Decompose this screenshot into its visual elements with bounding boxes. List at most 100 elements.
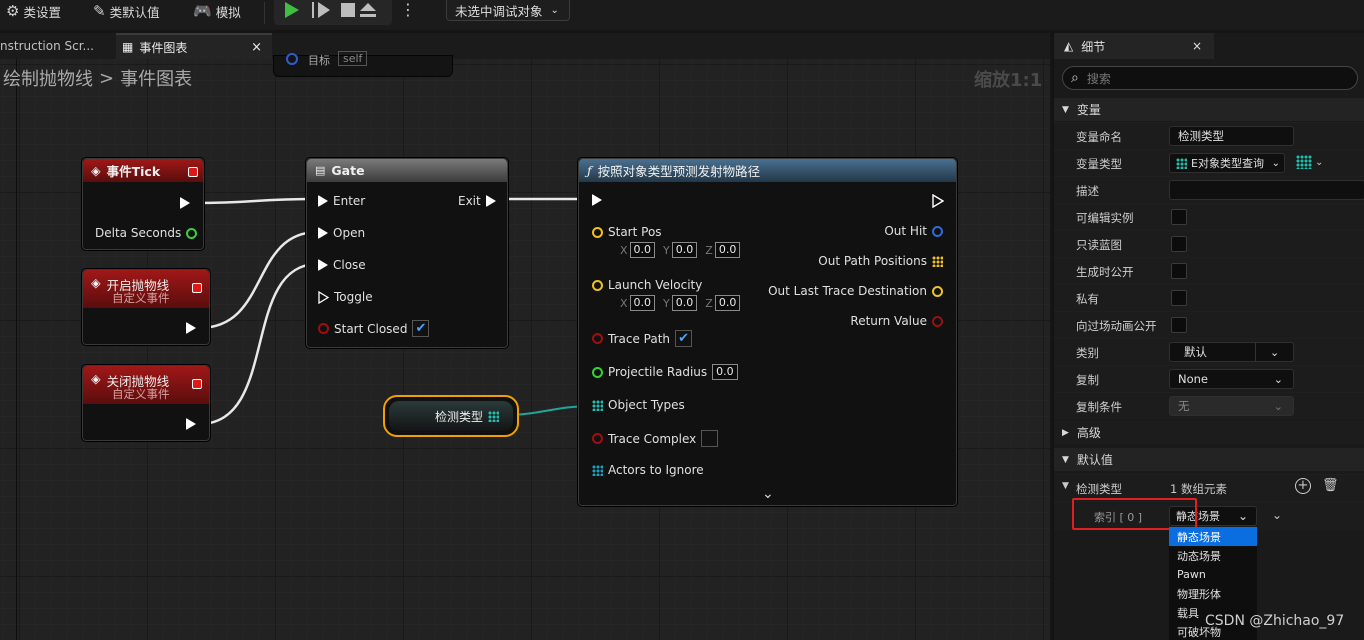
search-input[interactable]: ⌕ 搜索 (1062, 66, 1358, 90)
start-pos-pin[interactable]: Start Pos (592, 225, 662, 239)
bool-pin-icon[interactable] (932, 315, 943, 327)
return-value-pin[interactable]: Return Value (850, 314, 943, 328)
description-input[interactable] (1169, 180, 1364, 200)
gate-exit-pin[interactable]: Exit (458, 194, 496, 208)
predict-exec-in[interactable] (592, 194, 602, 206)
vector-pin-icon[interactable] (592, 279, 603, 291)
delta-seconds-label: Delta Seconds (95, 226, 182, 240)
instance-editable-checkbox[interactable] (1171, 209, 1187, 225)
out-last-trace-pin[interactable]: Out Last Trace Destination (768, 284, 943, 298)
out-path-positions-pin[interactable]: Out Path Positions (818, 254, 943, 268)
delegate-pin-icon[interactable] (188, 167, 198, 177)
variable-type-dropdown[interactable]: E对象类型查询 ⌄ (1169, 153, 1285, 173)
close-icon[interactable]: × (1192, 39, 1202, 53)
exec-in-icon[interactable] (318, 195, 328, 207)
gate-toggle-pin[interactable]: Toggle (318, 290, 373, 304)
gate-enter-label: Enter (333, 194, 366, 208)
velocity-y[interactable]: 0.0 (671, 295, 698, 311)
chevron-down-icon[interactable]: ▼ (1062, 481, 1069, 491)
variable-name-input[interactable]: 检测类型 (1169, 126, 1294, 146)
expand-pins-chevron-icon[interactable]: ⌄ (762, 486, 774, 502)
add-element-icon[interactable]: + (1295, 478, 1311, 494)
open-event-exec-out[interactable] (186, 322, 196, 334)
gate-enter-pin[interactable]: Enter (318, 194, 365, 208)
private-checkbox[interactable] (1171, 290, 1187, 306)
row-expose-cinematics: 向过场动画公开 (1054, 311, 1364, 338)
close-event-exec-out[interactable] (186, 418, 196, 430)
exec-in-icon[interactable] (318, 227, 328, 239)
gate-node[interactable]: ▤ Gate Enter Exit Open Close Toggle Star… (305, 157, 509, 349)
chevron-down-icon: ⌄ (1273, 372, 1283, 386)
variable-type-label: 变量类型 (1076, 157, 1122, 171)
predict-exec-out[interactable] (932, 194, 944, 208)
velocity-x[interactable]: 0.0 (629, 295, 656, 311)
exec-out-icon[interactable] (485, 195, 496, 207)
open-trajectory-event-node[interactable]: ◈ 开启抛物线 自定义事件 (81, 268, 211, 346)
array-pin-icon[interactable] (488, 410, 499, 422)
trace-complex-pin[interactable]: Trace Complex (592, 430, 719, 447)
expose-cinematics-label: 向过场动画公开 (1076, 319, 1157, 333)
gate-start-closed-pin[interactable]: Start Closed ✔ (318, 320, 430, 337)
option-item[interactable]: Pawn (1169, 565, 1257, 584)
projectile-radius-value[interactable]: 0.0 (712, 364, 738, 380)
option-item[interactable]: 动态场景 (1169, 546, 1257, 565)
element-options-chevron-icon[interactable]: ⌄ (1272, 508, 1282, 522)
delete-icon[interactable]: 🗑 (1322, 478, 1339, 493)
section-advanced[interactable]: ▶ 高级 (1054, 421, 1364, 444)
bool-pin-icon[interactable] (592, 333, 603, 344)
exec-in-icon[interactable] (592, 194, 602, 206)
velocity-z[interactable]: 0.0 (714, 295, 741, 311)
launch-velocity-pin[interactable]: Launch Velocity (592, 278, 702, 292)
container-type-dropdown[interactable]: ⌄ (1296, 155, 1323, 169)
start-closed-checkbox[interactable]: ✔ (412, 320, 430, 337)
predict-projectile-path-node[interactable]: ƒ 按照对象类型预测发射物路径 Start Pos X 0.0 Y 0.0 Z 0.0… (577, 157, 958, 507)
trace-path-pin[interactable]: Trace Path ✔ (592, 330, 693, 347)
bool-pin-icon[interactable] (318, 323, 329, 334)
vector-pin-icon[interactable] (592, 226, 603, 238)
array-pin-icon[interactable] (592, 399, 603, 411)
close-trajectory-event-node[interactable]: ◈ 关闭抛物线 自定义事件 (81, 364, 211, 442)
category-dropdown[interactable]: 默认 ⌄ (1169, 342, 1294, 362)
delegate-pin-icon[interactable] (192, 379, 202, 389)
trace-path-checkbox[interactable]: ✔ (675, 330, 693, 347)
array-pin-icon[interactable] (932, 255, 943, 267)
option-item[interactable]: 静态场景 (1169, 527, 1257, 546)
start-pos-y[interactable]: 0.0 (671, 242, 698, 258)
option-item[interactable]: 物理形体 (1169, 584, 1257, 603)
gate-open-pin[interactable]: Open (318, 226, 365, 240)
trace-complex-checkbox[interactable] (701, 430, 719, 447)
expose-cinematics-checkbox[interactable] (1171, 317, 1187, 333)
section-default-value[interactable]: ▼ 默认值 (1054, 448, 1364, 471)
event-tick-node[interactable]: ◈ 事件Tick Delta Seconds (81, 157, 205, 251)
exec-out-icon[interactable] (180, 197, 190, 209)
tick-exec-out[interactable] (180, 197, 190, 209)
vector-pin-icon[interactable] (932, 285, 943, 297)
struct-pin-icon[interactable] (932, 225, 943, 237)
replication-condition-value: 无 (1178, 399, 1190, 413)
details-tab[interactable]: ◭ 细节 × (1054, 33, 1214, 59)
array-pin-icon[interactable] (592, 464, 603, 476)
gate-close-pin[interactable]: Close (318, 258, 366, 272)
start-pos-z[interactable]: 0.0 (714, 242, 741, 258)
float-pin-icon[interactable] (592, 366, 603, 378)
exec-out-icon[interactable] (186, 418, 196, 430)
expose-on-spawn-checkbox[interactable] (1171, 263, 1187, 279)
actors-to-ignore-pin[interactable]: Actors to Ignore (592, 463, 704, 477)
float-pin-icon[interactable] (186, 227, 198, 239)
replication-dropdown[interactable]: None ⌄ (1169, 369, 1294, 389)
watermark: CSDN @Zhichao_97 (1205, 613, 1345, 629)
delegate-pin-icon[interactable] (192, 283, 202, 293)
exec-out-icon[interactable] (186, 322, 196, 334)
out-hit-pin[interactable]: Out Hit (884, 224, 943, 238)
exec-out-hollow-icon[interactable] (932, 194, 944, 208)
readonly-checkbox[interactable] (1171, 236, 1187, 252)
object-types-pin[interactable]: Object Types (592, 398, 685, 412)
detect-type-variable-node[interactable]: 检测类型 (383, 395, 519, 437)
exec-in-icon[interactable] (318, 259, 328, 271)
bool-pin-icon[interactable] (592, 433, 603, 444)
projectile-radius-pin[interactable]: Projectile Radius 0.0 (592, 364, 738, 380)
section-variable[interactable]: ▼ 变量 (1054, 98, 1364, 121)
exec-in-hollow-icon[interactable] (318, 290, 329, 304)
delta-seconds-pin[interactable]: Delta Seconds (95, 226, 198, 240)
start-pos-x[interactable]: 0.0 (629, 242, 656, 258)
